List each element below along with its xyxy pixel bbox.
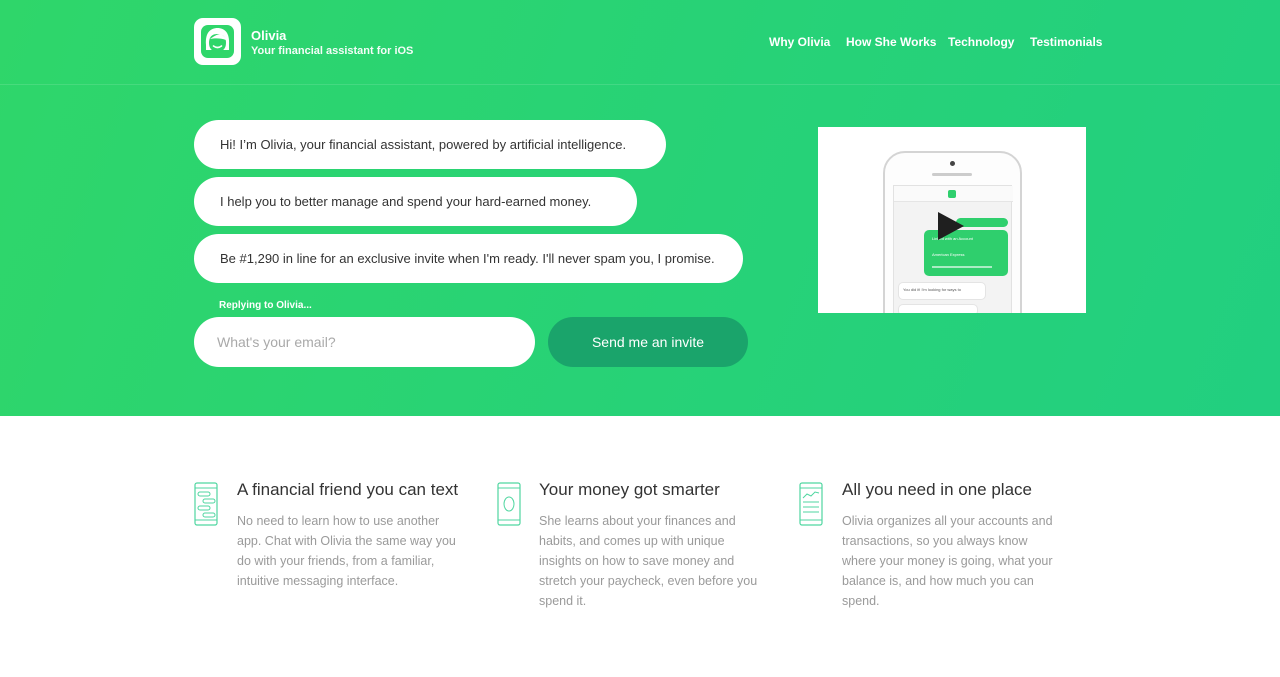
video-player[interactable]: Linked with an Account American Express … [818, 127, 1086, 313]
send-invite-button[interactable]: Send me an invite [548, 317, 748, 367]
screen-bubble-white-2 [898, 304, 978, 313]
replying-label: Replying to Olivia... [219, 300, 312, 311]
feature-body-one-place: Olivia organizes all your accounts and t… [842, 514, 1053, 608]
feature-body-smarter: She learns about your finances and habit… [539, 514, 758, 608]
play-icon[interactable] [938, 212, 964, 240]
phone-status-bar [894, 186, 1013, 202]
nav-why-olivia[interactable]: Why Olivia [769, 35, 830, 49]
feature-title-smarter: Your money got smarter [539, 480, 720, 499]
phone-screen: Linked with an Account American Express … [893, 185, 1013, 313]
screen-bubble-green-card: Linked with an Account American Express [924, 230, 1008, 276]
olivia-avatar-icon[interactable] [194, 18, 241, 65]
chart-document-icon [799, 482, 823, 526]
phone-speaker [932, 173, 972, 176]
smart-phone-icon [497, 482, 521, 526]
nav-testimonials[interactable]: Testimonials [1030, 35, 1102, 49]
app-logo-icon [948, 190, 956, 198]
email-input[interactable] [194, 317, 535, 367]
screen-text-amex: American Express [932, 252, 965, 257]
screen-bubble-white: You did it! I'm looking for ways to [898, 282, 986, 300]
brand-tagline: Your financial assistant for iOS [251, 45, 414, 57]
phone-camera [950, 161, 955, 166]
feature-title-text: A financial friend you can text [237, 480, 459, 499]
chat-phone-icon [194, 482, 218, 526]
brand-name: Olivia [251, 28, 287, 43]
nav-technology[interactable]: Technology [948, 35, 1014, 49]
nav-how-she-works[interactable]: How She Works [846, 35, 936, 49]
top-navigation-bar: Olivia Your financial assistant for iOS … [0, 0, 1280, 85]
chat-message-help: I help you to better manage and spend yo… [194, 177, 637, 226]
screen-progress [932, 266, 992, 268]
screen-text-looking: You did it! I'm looking for ways to [903, 287, 961, 292]
hero-section: Olivia Your financial assistant for iOS … [0, 0, 1280, 416]
feature-title-one-place: All you need in one place [842, 480, 1032, 499]
chat-message-invite: Be #1,290 in line for an exclusive invit… [194, 234, 743, 283]
feature-body-text: No need to learn how to use another app.… [237, 514, 456, 588]
chat-message-intro: Hi! I’m Olivia, your financial assistant… [194, 120, 666, 169]
